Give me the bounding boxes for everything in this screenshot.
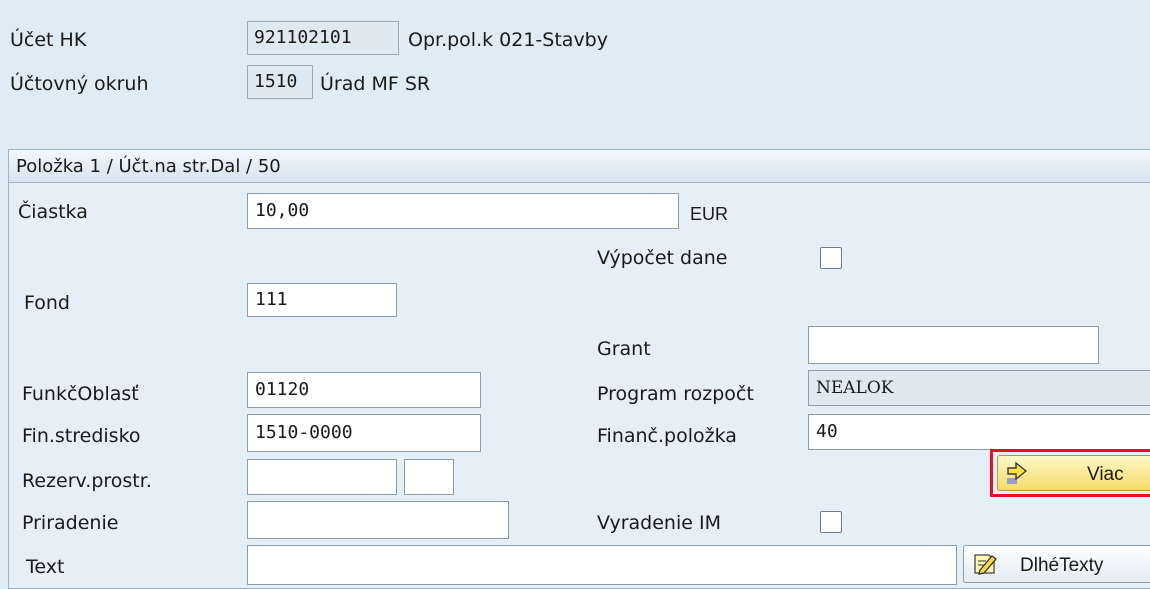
more-button-label: Viac	[1087, 464, 1124, 485]
text-label: Text	[26, 556, 65, 578]
fund-input[interactable]: 111	[247, 283, 397, 317]
tax-calc-label: Výpočet dane	[597, 247, 728, 269]
commitment-item-label: Finanč.položka	[597, 425, 737, 447]
earmarked-funds-item-input[interactable]	[404, 459, 454, 495]
currency-label: EUR	[690, 204, 729, 224]
long-texts-button[interactable]: DlhéTexty	[963, 545, 1150, 583]
commitment-item-input[interactable]: 40	[808, 414, 1150, 450]
assignment-label: Priradenie	[22, 512, 119, 534]
grant-input[interactable]	[808, 326, 1099, 364]
fund-center-label: Fin.stredisko	[22, 425, 141, 447]
company-code-value: 1510	[247, 65, 313, 99]
amount-label: Čiastka	[18, 201, 88, 223]
assignment-input[interactable]	[247, 501, 509, 539]
fund-label: Fond	[24, 292, 70, 314]
company-code-label: Účtovný okruh	[10, 73, 149, 95]
more-button[interactable]: Viac	[997, 455, 1150, 491]
asset-retirement-checkbox[interactable]	[820, 511, 842, 533]
budget-program-value: NEALOK	[808, 370, 1150, 406]
arrow-right-icon	[1005, 460, 1031, 490]
gl-account-label: Účet HK	[10, 29, 87, 51]
budget-program-label: Program rozpočt	[597, 383, 754, 405]
edit-text-icon	[972, 551, 1000, 581]
functional-area-input[interactable]: 01120	[247, 372, 481, 408]
grant-label: Grant	[597, 338, 651, 360]
asset-retirement-label: Vyradenie IM	[597, 512, 721, 534]
amount-input[interactable]: 10,00	[247, 193, 679, 229]
tax-calc-checkbox[interactable]	[820, 247, 842, 269]
gl-account-value: 921102101	[247, 21, 399, 55]
fund-center-input[interactable]: 1510-0000	[247, 414, 481, 452]
earmarked-funds-label: Rezerv.prostr.	[22, 470, 152, 492]
earmarked-funds-input[interactable]	[247, 459, 397, 495]
functional-area-label: FunkčOblasť	[22, 383, 139, 405]
text-input[interactable]	[247, 545, 957, 585]
item-panel-title: Položka 1 / Účt.na str.Dal / 50	[16, 156, 281, 177]
long-texts-button-label: DlhéTexty	[1020, 555, 1104, 576]
gl-account-description: Opr.pol.k 021-Stavby	[408, 29, 608, 51]
company-code-description: Úrad MF SR	[320, 73, 431, 95]
